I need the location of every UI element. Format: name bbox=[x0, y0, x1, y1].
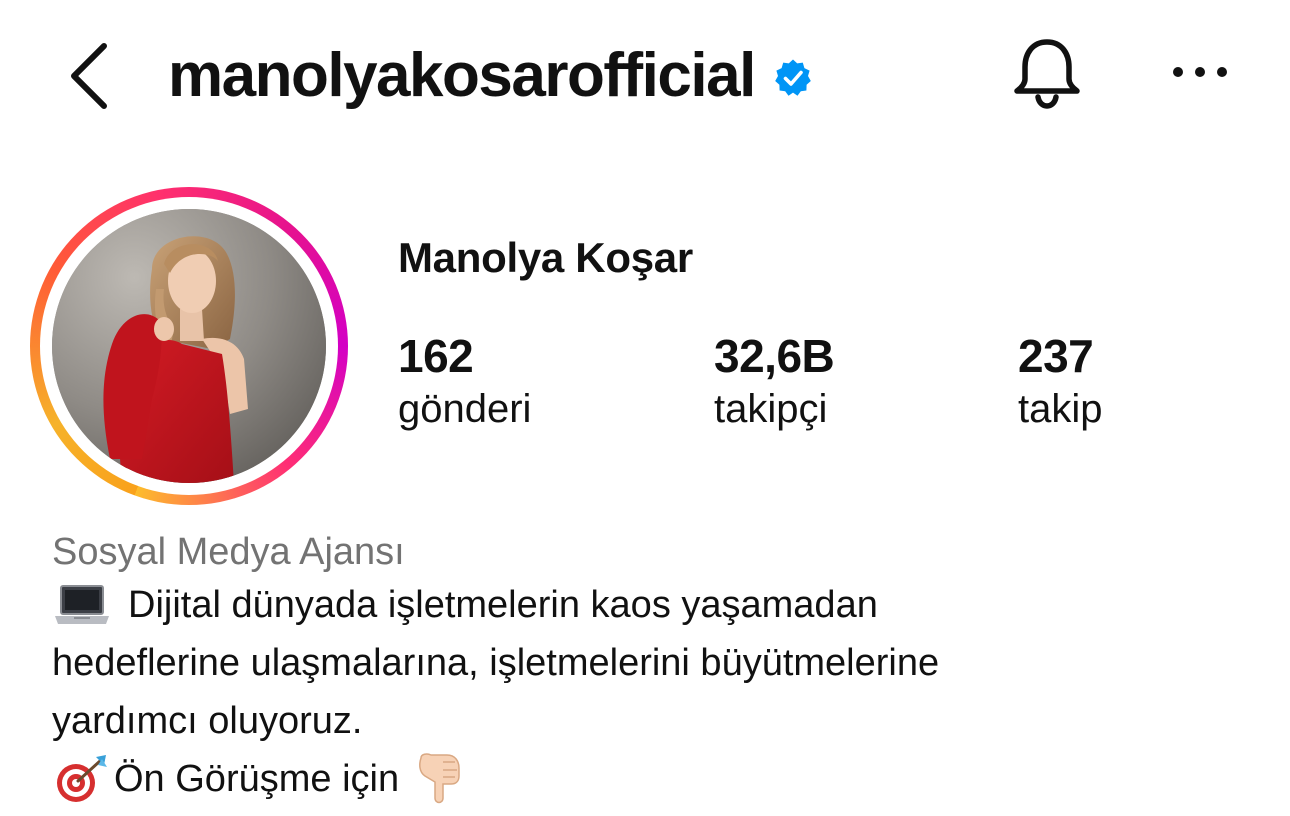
bio-line: Dijital dünyada işletmelerin kaos yaşama… bbox=[52, 576, 1252, 634]
profile-avatar-story-ring[interactable] bbox=[30, 187, 348, 505]
bio-line-4: Ön Görüşme için bbox=[114, 758, 400, 800]
following-count-stat[interactable]: 237 takip bbox=[1018, 330, 1103, 436]
following-count-label: takip bbox=[1018, 387, 1103, 431]
bio-description: Dijital dünyada işletmelerin kaos yaşama… bbox=[52, 576, 1252, 808]
following-count-value: 237 bbox=[1018, 330, 1094, 382]
avatar bbox=[52, 209, 326, 483]
username-row: manolyakosarofficial bbox=[168, 36, 813, 116]
bio-line: Ön Görüşme için bbox=[52, 750, 1252, 808]
profile-username: manolyakosarofficial bbox=[168, 41, 756, 110]
bio-line-2: hedeflerine ulaşmalarına, işletmelerini … bbox=[52, 642, 940, 684]
chevron-left-icon bbox=[71, 43, 107, 109]
followers-count-stat[interactable]: 32,6B takipçi bbox=[714, 330, 835, 436]
notifications-button[interactable] bbox=[1008, 34, 1086, 112]
more-options-button[interactable] bbox=[1168, 50, 1232, 94]
pointing-down-emoji-icon bbox=[419, 753, 460, 804]
profile-header: manolyakosarofficial bbox=[0, 0, 1290, 150]
followers-count-label: takipçi bbox=[714, 387, 828, 431]
verified-badge-icon bbox=[774, 59, 811, 96]
bio-line: hedeflerine ulaşmalarına, işletmelerini … bbox=[52, 634, 1252, 692]
profile-bio: Sosyal Medya Ajansı Dijital dünyada işle… bbox=[52, 528, 1252, 808]
followers-count-value: 32,6B bbox=[714, 330, 835, 382]
bio-line-1: Dijital dünyada işletmelerin kaos yaşama… bbox=[128, 584, 878, 626]
bio-line-3: yardımcı oluyoruz. bbox=[52, 700, 363, 742]
bio-category: Sosyal Medya Ajansı bbox=[52, 531, 405, 573]
laptop-emoji-icon bbox=[55, 585, 109, 624]
bell-icon bbox=[1014, 39, 1080, 109]
bio-line: yardımcı oluyoruz. bbox=[52, 692, 1252, 750]
more-horizontal-icon bbox=[1173, 67, 1227, 77]
profile-photo bbox=[52, 209, 326, 483]
posts-count-label: gönderi bbox=[398, 387, 532, 431]
posts-count-stat[interactable]: 162 gönderi bbox=[398, 330, 531, 436]
target-emoji-icon bbox=[57, 755, 107, 802]
profile-display-name: Manolya Koşar bbox=[398, 234, 693, 281]
posts-count-value: 162 bbox=[398, 330, 474, 382]
back-button[interactable] bbox=[60, 38, 120, 114]
